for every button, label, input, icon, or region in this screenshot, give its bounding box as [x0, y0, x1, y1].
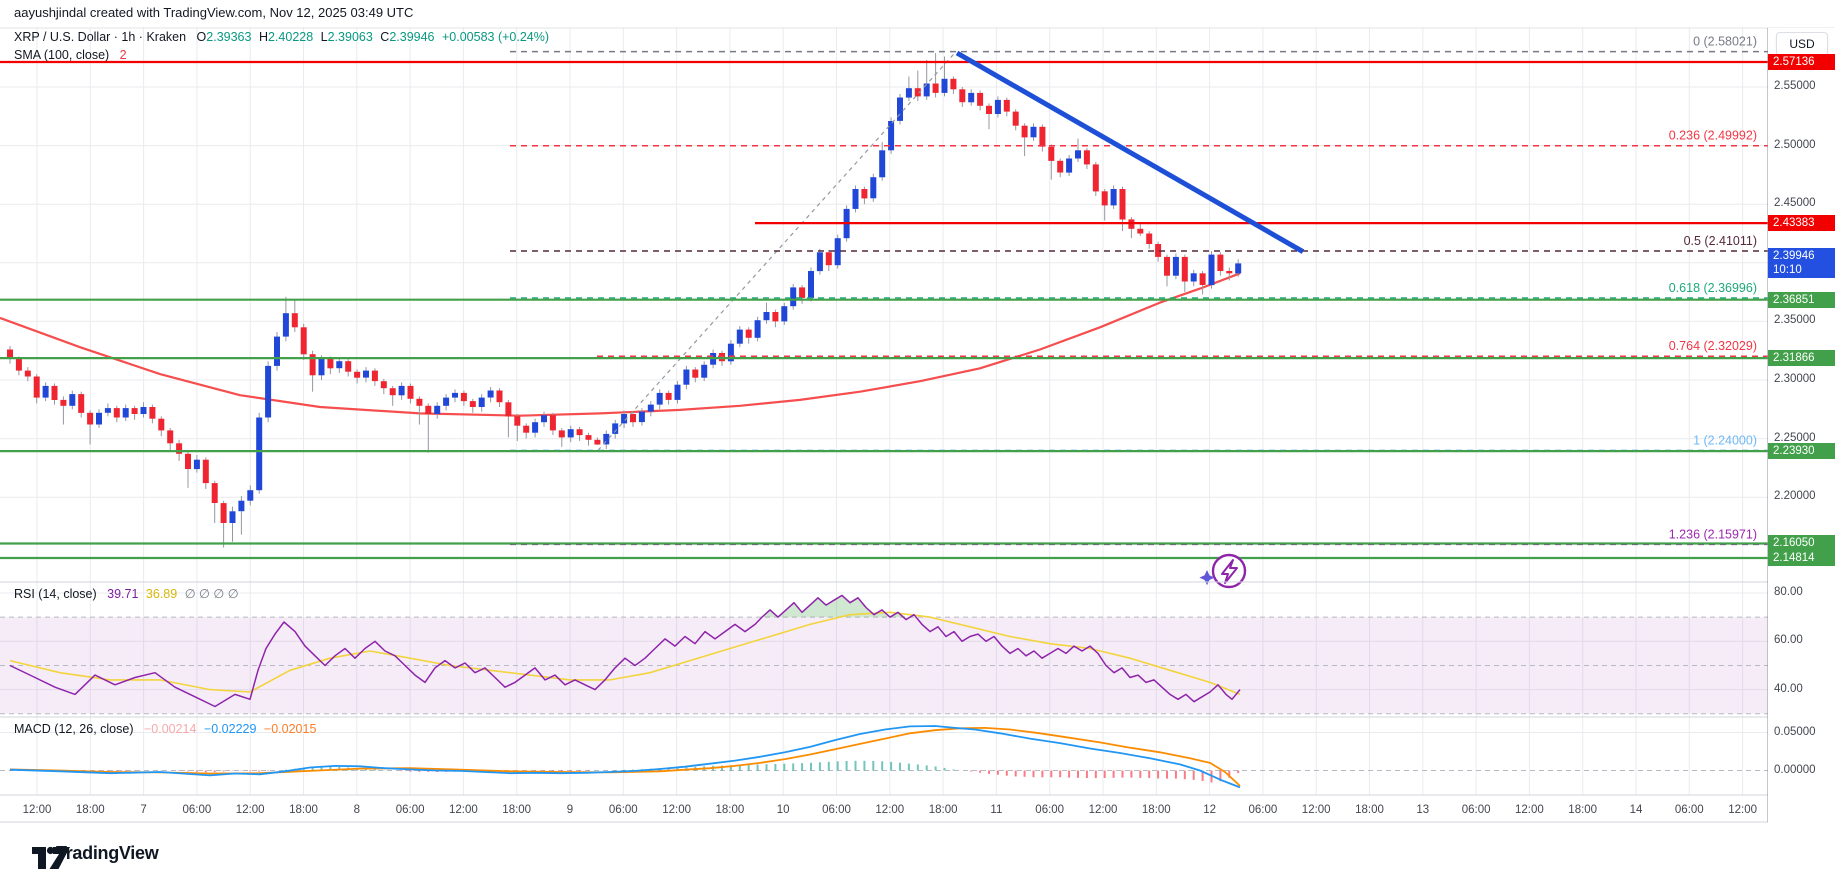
time-tick-label: 18:00	[707, 804, 753, 816]
time-tick-label: 12:00	[227, 804, 273, 816]
price-tick-label: 2.50000	[1774, 139, 1816, 151]
price-label-chip: 2.14814	[1768, 550, 1835, 566]
time-tick-label: 06:00	[174, 804, 220, 816]
ohlc-open-label: O	[197, 30, 207, 44]
time-tick-label: 06:00	[1240, 804, 1286, 816]
time-tick-label: 18:00	[1347, 804, 1393, 816]
sma-label: SMA (100, close)	[14, 48, 109, 62]
macd-hist-value: −0.00214	[144, 722, 196, 736]
sma-value: 2	[120, 48, 127, 62]
macd-label: MACD (12, 26, close)	[14, 722, 133, 736]
price-axis[interactable]: USD 2.55000 2.50000 2.45000 2.35000 2.30000 2…	[1768, 28, 1835, 831]
symbol-legend[interactable]: XRP / U.S. Dollar · 1h · Kraken O2.39363…	[14, 30, 553, 44]
price-label-chip: 2.57136	[1768, 54, 1835, 70]
time-tick-label: 18:00	[1560, 804, 1606, 816]
price-label-chip: 2.23930	[1768, 443, 1835, 459]
price-label-chip: 2.43383	[1768, 215, 1835, 231]
time-tick-label: 18:00	[67, 804, 113, 816]
countdown-timer: 10:10	[1773, 263, 1835, 277]
time-tick-label: 8	[334, 804, 380, 816]
time-tick-label: 12:00	[440, 804, 486, 816]
time-tick-label: 12:00	[1293, 804, 1339, 816]
svg-text:0 (2.58021): 0 (2.58021)	[1693, 35, 1757, 49]
time-tick-label: 12:00	[867, 804, 913, 816]
svg-text:1 (2.24000): 1 (2.24000)	[1693, 433, 1757, 447]
price-tick-label: 2.30000	[1774, 373, 1816, 385]
time-tick-label: 06:00	[600, 804, 646, 816]
price-tick-label: 2.35000	[1774, 314, 1816, 326]
macd-signal-value: −0.02015	[264, 722, 316, 736]
time-tick-label: 06:00	[1666, 804, 1712, 816]
symbol-title: XRP / U.S. Dollar · 1h · Kraken	[14, 30, 186, 44]
ohlc-open-value: 2.39363	[206, 30, 251, 44]
time-tick-label: 06:00	[387, 804, 433, 816]
time-tick-label: 06:00	[1027, 804, 1073, 816]
brand-wordmark[interactable]: TradingView	[56, 843, 158, 864]
svg-text:0.5 (2.41011): 0.5 (2.41011)	[1684, 234, 1757, 248]
rsi-legend[interactable]: RSI (14, close) 39.71 36.89 ∅ ∅ ∅ ∅	[14, 586, 243, 601]
price-label-chip: 2.3994610:10	[1768, 248, 1835, 278]
time-tick-label: 12:00	[1080, 804, 1126, 816]
svg-text:0.764 (2.32029): 0.764 (2.32029)	[1669, 339, 1757, 353]
time-tick-label: 12:00	[1720, 804, 1766, 816]
time-tick-label: 12:00	[654, 804, 700, 816]
ohlc-low-label: L	[321, 30, 328, 44]
rsi-label: RSI (14, close)	[14, 587, 97, 601]
time-tick-label: 9	[547, 804, 593, 816]
rsi-tick-label: 40.00	[1774, 683, 1803, 695]
rsi-value: 39.71	[107, 587, 138, 601]
change-value: +0.00583 (+0.24%)	[442, 30, 549, 44]
footer-bar: TradingView	[0, 831, 1835, 883]
price-tick-label: 2.25000	[1774, 432, 1816, 444]
price-tick-label: 2.55000	[1774, 80, 1816, 92]
time-axis[interactable]: 12:00 18:00 7 06:00 12:00 18:00 8 06:00 12:00 18:…	[0, 800, 1768, 824]
macd-tick-label: 0.05000	[1774, 726, 1816, 738]
tradingview-chart-window: aayushjindal created with TradingView.co…	[0, 0, 1835, 883]
ohlc-close-value: 2.39946	[389, 30, 434, 44]
time-tick-label: 06:00	[1453, 804, 1499, 816]
ohlc-high-value: 2.40228	[268, 30, 313, 44]
time-tick-label: 18:00	[494, 804, 540, 816]
rsi-tick-label: 80.00	[1774, 586, 1803, 598]
price-tick-label: 2.45000	[1774, 197, 1816, 209]
svg-text:0.618 (2.36996): 0.618 (2.36996)	[1669, 281, 1757, 295]
ohlc-low-value: 2.39063	[328, 30, 373, 44]
svg-text:0.236 (2.49992): 0.236 (2.49992)	[1669, 129, 1757, 143]
time-tick-label: 06:00	[814, 804, 860, 816]
time-tick-label: 18:00	[920, 804, 966, 816]
time-tick-label: 13	[1400, 804, 1446, 816]
ohlc-close-label: C	[380, 30, 389, 44]
time-tick-label: 18:00	[1133, 804, 1179, 816]
time-tick-label: 14	[1613, 804, 1659, 816]
svg-text:1.236 (2.15971): 1.236 (2.15971)	[1669, 527, 1757, 541]
time-tick-label: 12:00	[1506, 804, 1552, 816]
currency-button[interactable]: USD	[1776, 32, 1828, 56]
macd-tick-label: 0.00000	[1774, 764, 1816, 776]
time-tick-label: 12	[1187, 804, 1233, 816]
rsi-tick-label: 60.00	[1774, 634, 1803, 646]
time-tick-label: 7	[121, 804, 167, 816]
time-tick-label: 10	[760, 804, 806, 816]
rsi-ma-value: 36.89	[146, 587, 177, 601]
rsi-empty-values: ∅ ∅ ∅ ∅	[185, 587, 239, 601]
time-tick-label: 11	[973, 804, 1019, 816]
macd-value: −0.02229	[204, 722, 256, 736]
macd-legend[interactable]: MACD (12, 26, close) −0.00214 −0.02229 −…	[14, 722, 320, 736]
price-label-chip: 2.31866	[1768, 350, 1835, 366]
price-label-chip: 2.36851	[1768, 292, 1835, 308]
ohlc-high-label: H	[259, 30, 268, 44]
sma-legend[interactable]: SMA (100, close) 2	[14, 48, 131, 62]
price-tick-label: 2.20000	[1774, 490, 1816, 502]
time-tick-label: 18:00	[281, 804, 327, 816]
time-tick-label: 12:00	[14, 804, 60, 816]
chart-canvas[interactable]: 0 (2.58021) 0.236 (2.49992) 0.5 (2.41011) 0…	[0, 0, 1835, 835]
